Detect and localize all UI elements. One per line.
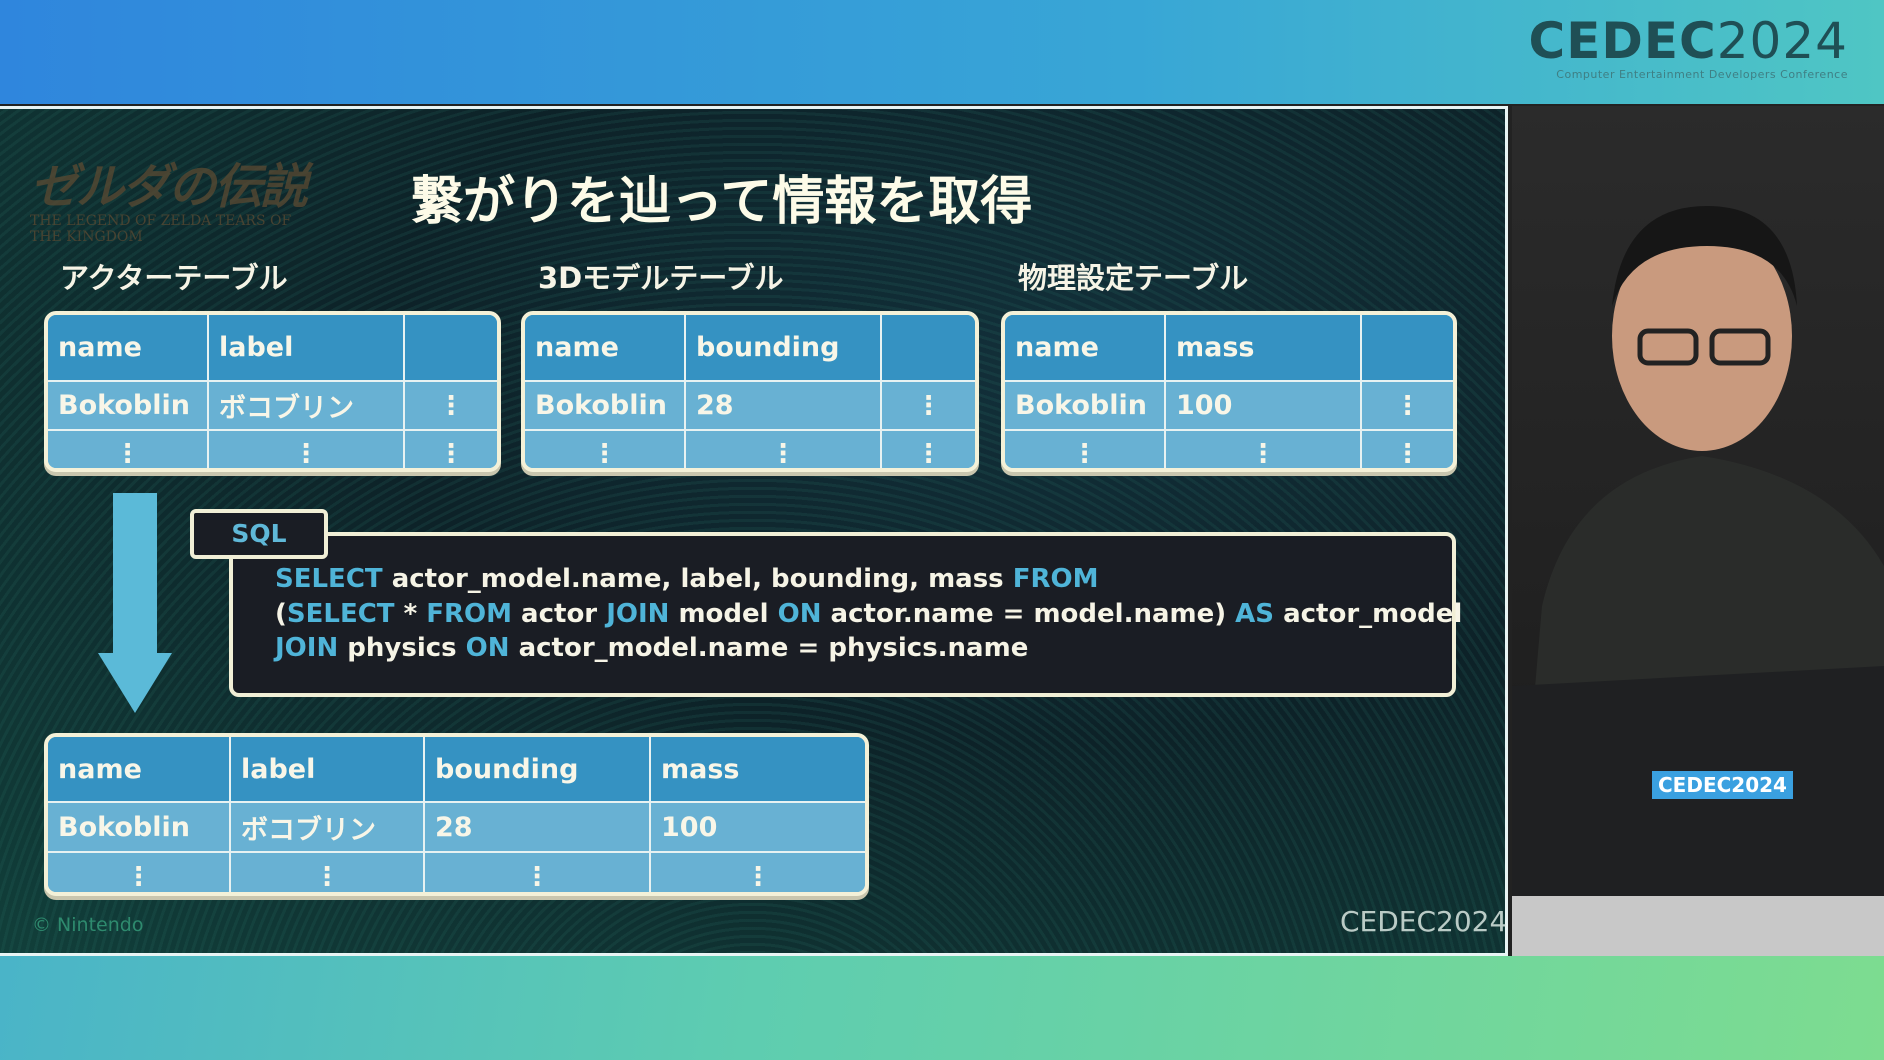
sql-keyword: JOIN — [275, 633, 339, 663]
sql-text: actor.name = model.name) — [821, 599, 1236, 629]
column-header — [880, 315, 975, 382]
table-cell: ⋮ — [880, 380, 975, 431]
model-table: name bounding Bokoblin 28 ⋮ ⋮ ⋮ ⋮ — [521, 311, 979, 472]
table-cell: ⋮ — [880, 429, 975, 468]
bottom-banner — [0, 956, 1884, 1060]
column-header — [1360, 315, 1453, 382]
table-label-actor: アクターテーブル — [60, 261, 288, 295]
sql-keyword: FROM — [426, 599, 512, 629]
table-row: Bokoblin 100 ⋮ — [1005, 380, 1453, 431]
sql-tab-label: SQL — [190, 509, 328, 559]
table-cell: ⋮ — [1005, 429, 1166, 468]
table-header-row: name mass — [1005, 315, 1453, 382]
table-cell: ⋮ — [649, 851, 865, 892]
top-banner: CEDEC2024 Computer Entertainment Develop… — [0, 0, 1884, 104]
table-row: ⋮ ⋮ ⋮ — [48, 429, 497, 468]
column-header: name — [48, 315, 209, 382]
sql-keyword: ON — [777, 599, 822, 629]
table-header-row: name bounding — [525, 315, 975, 382]
table-cell: ⋮ — [48, 851, 231, 892]
table-cell: 100 — [1164, 380, 1362, 431]
sql-keyword: JOIN — [606, 599, 670, 629]
sql-keyword: AS — [1235, 599, 1275, 629]
sql-text: actor — [512, 599, 607, 629]
column-header: mass — [1164, 315, 1362, 382]
sql-line-2: (SELECT * FROM actor JOIN model ON actor… — [275, 599, 1462, 629]
column-header: name — [1005, 315, 1166, 382]
sql-keyword: SELECT — [275, 564, 383, 594]
table-cell: ⋮ — [525, 429, 686, 468]
sql-text: model — [669, 599, 778, 629]
table-row: ⋮ ⋮ ⋮ — [1005, 429, 1453, 468]
column-header: mass — [649, 737, 865, 803]
table-cell: Bokoblin — [1005, 380, 1166, 431]
column-header — [403, 315, 497, 382]
laptop-sticker: CEDEC2024 — [1652, 771, 1793, 799]
sql-text: actor_model.name, label, bounding, mass — [382, 564, 1013, 594]
sql-line-1: SELECT actor_model.name, label, bounding… — [275, 564, 1098, 594]
table-row: Bokoblin ボコブリン 28 100 — [48, 801, 865, 853]
table-cell: 28 — [423, 801, 651, 853]
table-cell: ⋮ — [48, 429, 209, 468]
table-label-model: 3Dモデルテーブル — [538, 261, 784, 295]
table-header-row: name label — [48, 315, 497, 382]
table-header-row: name label bounding mass — [48, 737, 865, 803]
sql-text: ( — [275, 599, 287, 629]
table-row: ⋮ ⋮ ⋮ ⋮ — [48, 851, 865, 892]
column-header: bounding — [684, 315, 882, 382]
table-cell: 100 — [649, 801, 865, 853]
table-cell: ⋮ — [1360, 380, 1453, 431]
table-cell: Bokoblin — [525, 380, 686, 431]
sql-keyword: SELECT — [286, 599, 395, 629]
table-cell: ⋮ — [423, 851, 651, 892]
table-cell: Bokoblin — [48, 801, 231, 853]
sql-keyword: FROM — [1012, 564, 1099, 594]
table-cell: ボコブリン — [229, 801, 425, 853]
sql-keyword: ON — [465, 633, 510, 663]
column-header: name — [525, 315, 686, 382]
speaker-camera: CEDEC2024 — [1512, 106, 1884, 956]
sql-text: actor_model.name = physics.name — [509, 633, 1029, 663]
sql-text: physics — [338, 633, 466, 663]
speaker-video — [1512, 206, 1884, 956]
table-cell: ⋮ — [229, 851, 425, 892]
sql-text: * — [394, 599, 427, 629]
column-header: label — [229, 737, 425, 803]
table-row: Bokoblin ボコブリン ⋮ — [48, 380, 497, 431]
table-cell: ⋮ — [684, 429, 882, 468]
table-cell: 28 — [684, 380, 882, 431]
sql-line-3: JOIN physics ON actor_model.name = physi… — [275, 633, 1028, 663]
table-cell: ボコブリン — [207, 380, 405, 431]
table-cell: ⋮ — [1360, 429, 1453, 468]
zelda-logo: ゼルダの伝説 THE LEGEND OF ZELDA TEARS OF THE … — [30, 159, 308, 245]
arrow-down-icon — [98, 493, 172, 713]
table-row: Bokoblin 28 ⋮ — [525, 380, 975, 431]
cedec-logo: CEDEC2024 Computer Entertainment Develop… — [1528, 12, 1848, 81]
sql-text: actor_model — [1274, 599, 1463, 629]
column-header: label — [207, 315, 405, 382]
table-cell: ⋮ — [403, 429, 497, 468]
cedec-footer-logo: CEDEC2024 — [1340, 905, 1508, 938]
presentation-slide: ゼルダの伝説 THE LEGEND OF ZELDA TEARS OF THE … — [0, 106, 1508, 956]
table-row: ⋮ ⋮ ⋮ — [525, 429, 975, 468]
column-header: bounding — [423, 737, 651, 803]
column-header: name — [48, 737, 231, 803]
physics-table: name mass Bokoblin 100 ⋮ ⋮ ⋮ ⋮ — [1001, 311, 1457, 472]
actor-table: name label Bokoblin ボコブリン ⋮ ⋮ ⋮ ⋮ — [44, 311, 501, 472]
slide-title: 繋がりを辿って情報を取得 — [411, 172, 1033, 232]
copyright: © Nintendo — [32, 914, 144, 936]
table-label-physics: 物理設定テーブル — [1018, 261, 1249, 295]
table-cell: ⋮ — [207, 429, 405, 468]
table-cell: ⋮ — [403, 380, 497, 431]
result-table: name label bounding mass Bokoblin ボコブリン 28 100 ⋮… — [44, 733, 869, 896]
table-cell: Bokoblin — [48, 380, 209, 431]
table-cell: ⋮ — [1164, 429, 1362, 468]
